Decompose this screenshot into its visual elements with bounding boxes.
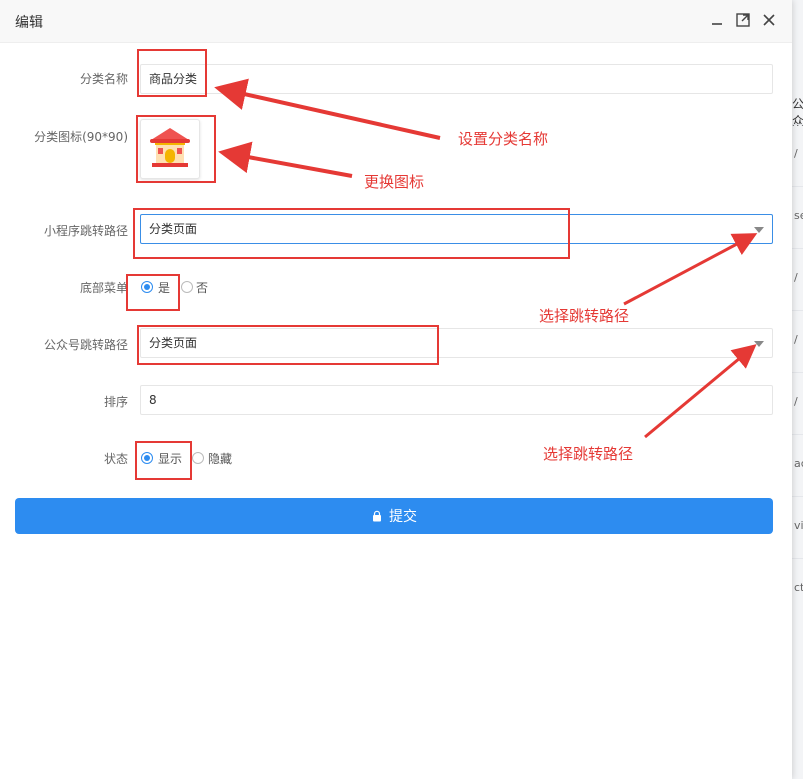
category-icon-label: 分类图标(90*90) [34, 130, 128, 144]
category-name-input[interactable]: 商品分类 [140, 64, 773, 94]
annotation-set-name: 设置分类名称 [458, 130, 549, 148]
background-cell: se [792, 186, 803, 249]
annotation-select-path-2: 选择跳转路径 [543, 445, 634, 463]
background-page: 公众 / se / / / ac vit ct [792, 0, 803, 779]
close-icon[interactable] [761, 12, 777, 28]
highlight-category-icon [136, 115, 216, 183]
dialog-titlebar: 编辑 [0, 0, 792, 43]
minimize-icon[interactable] [709, 12, 725, 28]
background-cell: / [792, 310, 803, 373]
lock-icon [373, 510, 381, 522]
mini-program-path-label: 小程序跳转路径 [43, 224, 128, 238]
chevron-down-icon [754, 341, 764, 347]
highlight-official-account-path [137, 325, 439, 365]
background-cell: / [792, 248, 803, 311]
dialog-title: 编辑 [15, 15, 43, 31]
chevron-down-icon [754, 227, 764, 233]
highlight-category-name [137, 49, 207, 97]
submit-button[interactable]: 提交 [15, 498, 773, 534]
highlight-status [135, 441, 192, 480]
status-radio-hide[interactable] [192, 452, 204, 464]
background-cell: ct [792, 558, 803, 621]
bottom-menu-radio-no[interactable] [181, 281, 193, 293]
submit-label: 提交 [389, 508, 417, 524]
background-cell: vit [792, 496, 803, 559]
bottom-menu-label: 底部菜单 [79, 281, 128, 295]
category-name-label: 分类名称 [79, 72, 128, 86]
edit-dialog: 编辑 分类名称 商品分类 分类图标(90*90) 小程序跳转路径 分类页面 底部… [0, 0, 792, 779]
background-cell: / [792, 124, 803, 187]
sort-label: 排序 [103, 395, 128, 409]
annotation-select-path-1: 选择跳转路径 [539, 307, 630, 325]
background-cell: ac [792, 434, 803, 497]
highlight-bottom-menu [126, 274, 180, 311]
status-label: 状态 [103, 452, 128, 466]
bottom-menu-option-no: 否 [196, 281, 209, 295]
background-cell: / [792, 372, 803, 435]
highlight-mini-program-path [133, 208, 570, 259]
sort-input[interactable]: 8 [140, 385, 773, 415]
maximize-icon[interactable] [735, 12, 751, 28]
status-option-hide: 隐藏 [208, 452, 233, 466]
official-account-path-label: 公众号跳转路径 [43, 338, 128, 352]
annotation-change-icon: 更换图标 [364, 173, 425, 191]
